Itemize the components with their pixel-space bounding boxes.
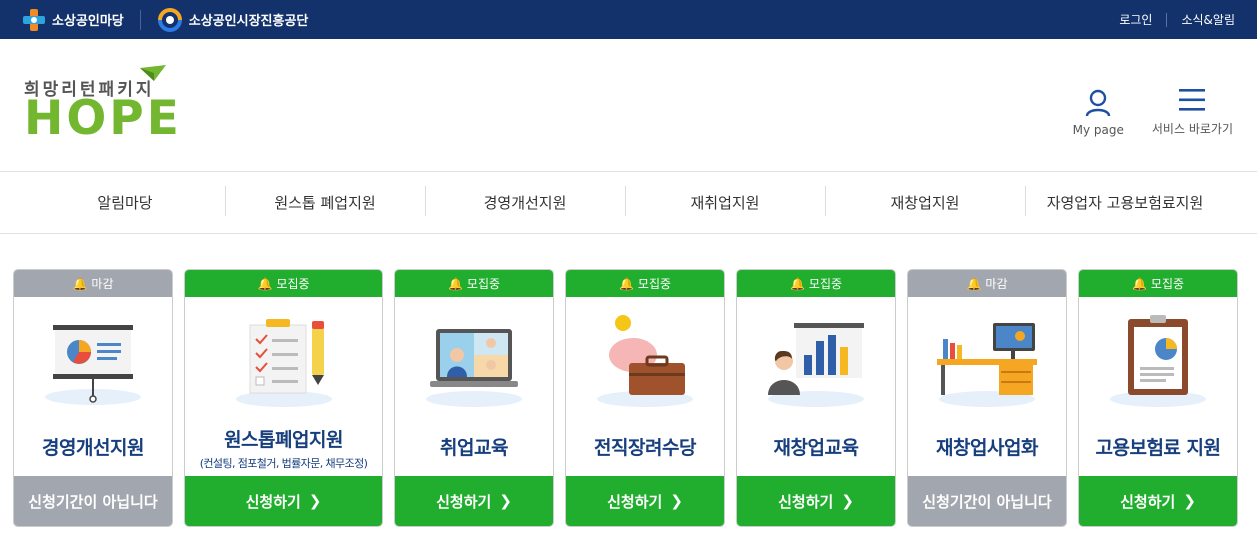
apply-button-label: 신청하기 [778,492,834,511]
card-subtitle: (컨설팅, 점포철거, 법률자문, 채무조정) [199,457,368,470]
apply-button-label: 신청기간이 아닙니다 [922,492,1052,511]
bell-icon: 🔔 [789,276,805,291]
logo-wordmark: HOPE [24,91,182,146]
mypage-label: My page [1072,122,1124,137]
status-badge: 🔔 모집중 [737,270,895,297]
bell-icon: 🔔 [618,276,634,291]
semas-link[interactable]: 소상공인시장진흥공단 [157,7,309,32]
card-title: 원스톱폐업지원 [224,429,343,451]
brand-divider [139,9,141,30]
topbar-divider [1166,12,1168,27]
card-title: 고용보험료 지원 [1095,437,1221,459]
card-title: 재창업교육 [773,437,859,459]
service-shortcut-button[interactable]: 서비스 바로가기 [1152,86,1233,137]
apply-button[interactable]: 신청하기 ❯ [185,476,382,526]
news-link[interactable]: 소식&알림 [1181,11,1235,28]
bell-icon: 🔔 [966,276,982,291]
status-label: 모집중 [466,277,501,291]
program-card: 🔔 모집중 고용보험료 지원 신청하기 ❯ [1078,269,1238,527]
program-card: 🔔 모집중 전직장려수당 신청하기 ❯ [565,269,725,527]
chevron-right-icon: ❯ [1183,492,1196,510]
presentation-chart-icon [45,325,141,405]
presenter-chart-icon [768,323,864,407]
apply-button-label: 신청하기 [436,492,492,511]
chevron-right-icon: ❯ [308,492,322,510]
apply-button-label: 신청하기 [1120,492,1176,511]
piggybank-briefcase-icon [597,315,693,407]
program-card: 🔔 마감 경영개선지원 신청기간이 아닙니다 [13,269,173,527]
nav-restartup[interactable]: 재창업지원 [825,186,1025,216]
nav-onestop-closure[interactable]: 원스톱 폐업지원 [225,186,425,216]
chevron-right-icon: ❯ [670,492,683,510]
apply-button[interactable]: 신청하기 ❯ [737,476,895,526]
status-label: 모집중 [1150,277,1185,291]
report-board-icon [1110,315,1206,407]
status-badge: 🔔 모집중 [566,270,724,297]
office-desk-icon [937,323,1037,407]
status-label: 마감 [985,277,1008,291]
chevron-right-icon: ❯ [499,492,512,510]
program-card: 🔔 마감 재창업사업화 신청기간이 아닙니다 [907,269,1067,527]
paper-plane-icon [140,65,166,81]
apply-button[interactable]: 신청하기 ❯ [395,476,553,526]
site-header: 희망리턴패키지 HOPE My page 서비스 바로가기 [0,39,1257,172]
video-lecture-icon [426,329,522,407]
card-title: 재창업사업화 [936,437,1038,459]
madang-logo-icon [23,8,45,31]
apply-button[interactable]: 신청하기 ❯ [1079,476,1237,526]
status-label: 마감 [91,277,114,291]
apply-button[interactable]: 신청하기 ❯ [566,476,724,526]
hamburger-menu-icon [1179,88,1206,111]
brand1-label: 소상공인마당 [52,14,124,29]
apply-button[interactable]: 신청기간이 아닙니다 [908,476,1066,526]
user-icon [1086,89,1111,116]
program-card: 🔔 모집중 취업교육 신청하기 ❯ [394,269,554,527]
card-title: 전직장려수당 [594,437,696,459]
apply-button[interactable]: 신청기간이 아닙니다 [14,476,172,526]
nav-management-improvement[interactable]: 경영개선지원 [425,186,625,216]
apply-button-label: 신청하기 [245,492,301,511]
sosanggongin-madang-link[interactable]: 소상공인마당 [22,8,124,32]
bell-icon: 🔔 [447,276,463,291]
program-card: 🔔 모집중 재창업교육 신청하기 ❯ [736,269,896,527]
shortcut-label: 서비스 바로가기 [1151,121,1233,136]
checklist-clipboard-icon [235,319,332,407]
card-title: 경영개선지원 [42,437,144,459]
status-badge: 🔔 모집중 [395,270,553,297]
program-cards: 🔔 마감 경영개선지원 신청기간이 아닙니다 🔔 모집중 원스톱폐업지원 (컨설… [0,234,1257,527]
status-label: 모집중 [276,277,310,291]
status-label: 모집중 [808,277,843,291]
main-nav: 알림마당 원스톱 폐업지원 경영개선지원 재취업지원 재창업지원 자영업자 고용… [0,172,1257,234]
apply-button-label: 신청기간이 아닙니다 [28,492,158,511]
card-title: 취업교육 [440,437,508,459]
program-card: 🔔 모집중 원스톱폐업지원 (컨설팅, 점포철거, 법률자문, 채무조정) 신청… [184,269,383,527]
apply-button-label: 신청하기 [607,492,663,511]
mypage-button[interactable]: My page [1073,89,1124,137]
login-link[interactable]: 로그인 [1119,11,1152,28]
brand2-label: 소상공인시장진흥공단 [188,14,309,29]
semas-logo-icon [157,7,182,32]
status-label: 모집중 [637,277,672,291]
bell-icon: 🔔 [72,276,88,291]
bell-icon: 🔔 [257,276,273,291]
hope-logo[interactable]: 희망리턴패키지 HOPE [24,65,179,145]
nav-notice[interactable]: 알림마당 [25,192,225,213]
nav-reemployment[interactable]: 재취업지원 [625,186,825,216]
top-bar: 소상공인마당 소상공인시장진흥공단 로그인 소식&알림 [0,0,1257,39]
status-badge: 🔔 모집중 [1079,270,1237,297]
status-badge: 🔔 모집중 [185,270,382,297]
chevron-right-icon: ❯ [841,492,854,510]
status-badge: 🔔 마감 [14,270,172,297]
status-badge: 🔔 마감 [908,270,1066,297]
nav-insurance-support[interactable]: 자영업자 고용보험료지원 [1025,186,1225,216]
bell-icon: 🔔 [1131,276,1147,291]
